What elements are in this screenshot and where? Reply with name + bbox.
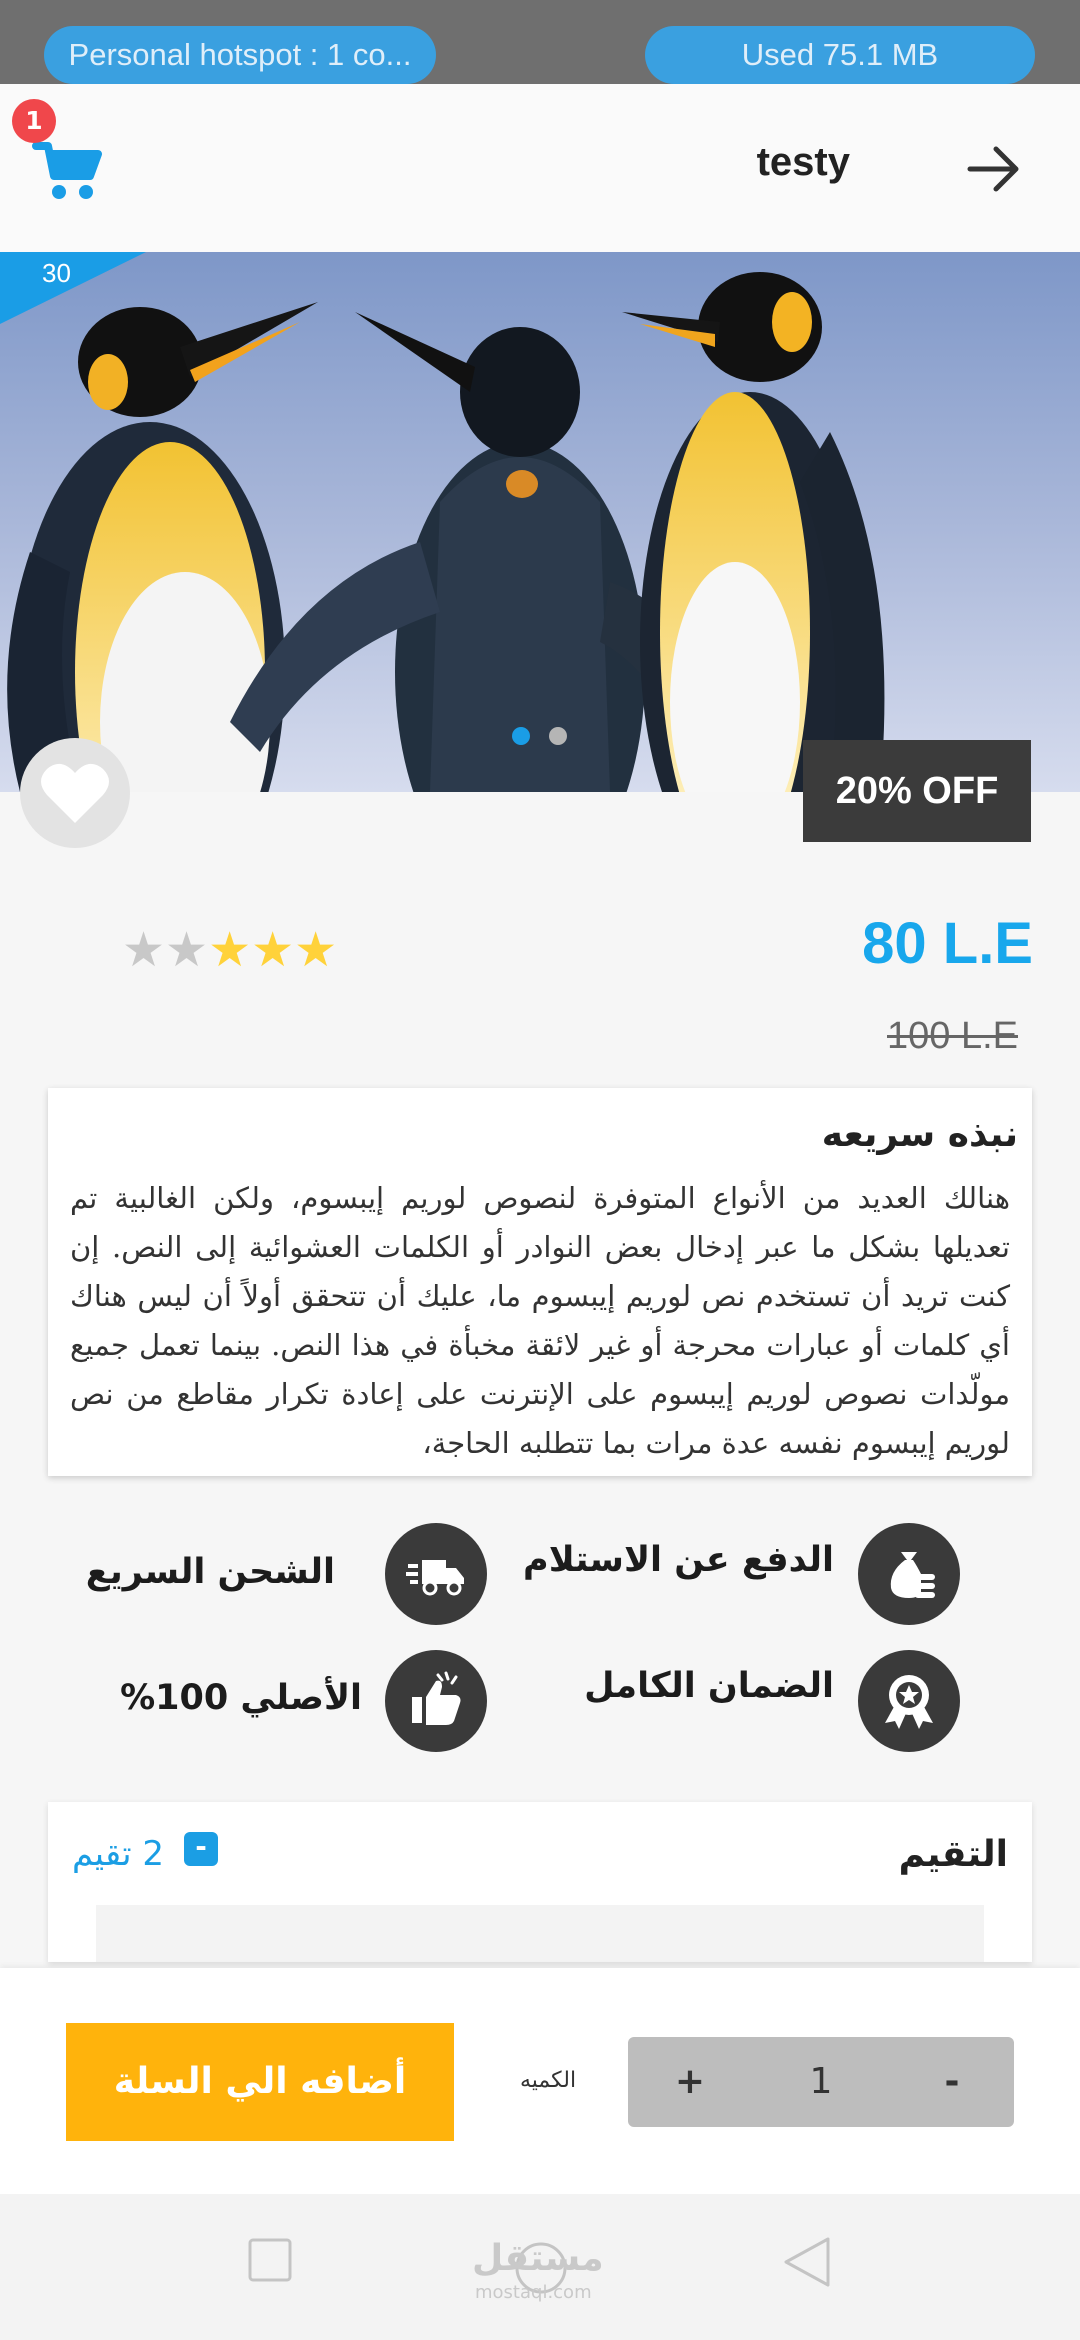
star-empty-icon: ★: [122, 922, 166, 978]
reviews-section: التقيم - 2 تقيم: [48, 1802, 1032, 1962]
product-image: [0, 252, 1080, 792]
quantity-value: 1: [809, 2061, 833, 2102]
thumbs-up-icon: [385, 1650, 487, 1752]
reviews-count[interactable]: 2 تقيم: [72, 1834, 164, 1874]
star-empty-icon: ★: [165, 922, 209, 978]
star-filled-icon: ★: [294, 922, 338, 978]
full-warranty-label: الضمان الكامل: [584, 1666, 834, 1706]
discount-badge: 20% OFF: [803, 740, 1031, 842]
reviews-list-area: [96, 1905, 984, 1962]
corner-ribbon: [0, 252, 146, 324]
cart-button[interactable]: [30, 132, 104, 206]
carousel-dot-2[interactable]: [549, 727, 567, 745]
add-to-cart-bar: أضافه الي السلة الكميه + 1 -: [0, 1968, 1080, 2194]
quantity-stepper: + 1 -: [628, 2037, 1014, 2127]
heart-icon: [41, 763, 109, 823]
original-price: 100 L.E: [887, 1015, 1018, 1057]
delivery-truck-icon: [385, 1523, 487, 1625]
recents-icon[interactable]: [248, 2238, 292, 2282]
cart-count-badge: 1: [12, 99, 56, 143]
current-price: 80 L.E: [862, 911, 1033, 976]
product-image-carousel[interactable]: [0, 252, 1080, 792]
cart-icon: [32, 142, 102, 199]
app-header: 1 testy: [0, 84, 1080, 253]
system-nav-bar: مستقل mostaql.com: [0, 2194, 1080, 2340]
back-triangle-icon[interactable]: [782, 2236, 832, 2288]
star-filled-icon: ★: [251, 922, 295, 978]
cash-on-delivery-label: الدفع عن الاستلام: [523, 1540, 834, 1580]
data-usage-status[interactable]: Used 75.1 MB: [645, 26, 1035, 84]
rating-stars: ★★★★★: [122, 922, 337, 978]
money-bag-icon: [858, 1523, 960, 1625]
favorite-button[interactable]: [20, 738, 130, 848]
reviews-title: التقيم: [898, 1834, 1008, 1875]
award-badge-icon: [858, 1650, 960, 1752]
status-bar: Personal hotspot : 1 co... Used 75.1 MB: [0, 0, 1080, 84]
arrow-right-icon[interactable]: [966, 144, 1022, 194]
quick-description-card: نبذه سريعه هنالك العديد من الأنواع المتو…: [48, 1088, 1032, 1476]
collapse-reviews-button[interactable]: -: [184, 1832, 218, 1866]
star-filled-icon: ★: [208, 922, 252, 978]
add-to-cart-button[interactable]: أضافه الي السلة: [66, 2023, 454, 2141]
watermark-logo: مستقل: [472, 2238, 604, 2279]
watermark-domain: mostaql.com: [475, 2282, 592, 2303]
hotspot-status[interactable]: Personal hotspot : 1 co...: [44, 26, 436, 84]
page-title: testy: [756, 140, 850, 184]
description-text: هنالك العديد من الأنواع المتوفرة لنصوص ل…: [70, 1181, 1010, 1460]
quantity-label: الكميه: [520, 2068, 577, 2093]
decrease-quantity-button[interactable]: -: [912, 2037, 992, 2127]
original-product-label: الأصلي 100%: [120, 1678, 362, 1718]
description-title: نبذه سريعه: [821, 1114, 1018, 1155]
carousel-dot-1[interactable]: [512, 727, 530, 745]
corner-ribbon-label: 30: [42, 258, 71, 288]
increase-quantity-button[interactable]: +: [650, 2037, 730, 2127]
fast-shipping-label: الشحن السريع: [85, 1552, 335, 1592]
